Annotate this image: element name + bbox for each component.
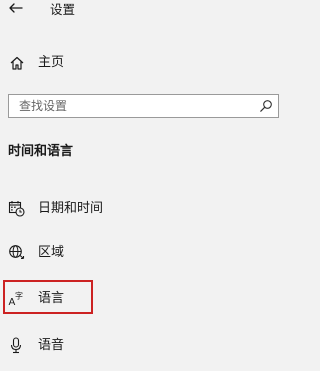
search-input[interactable]: [9, 95, 259, 117]
language-icon: A 字: [9, 291, 24, 308]
title-bar: 设置: [0, 0, 295, 26]
nav-item-date-time[interactable]: 日期和时间: [0, 196, 295, 222]
search-icon[interactable]: [259, 99, 273, 113]
nav-item-label: 语言: [38, 291, 65, 306]
home-icon: [10, 56, 24, 70]
nav-item-label: 日期和时间: [38, 201, 104, 216]
svg-text:字: 字: [15, 291, 23, 301]
search-box[interactable]: [8, 94, 279, 118]
window-title: 设置: [50, 2, 76, 17]
section-title: 时间和语言: [8, 144, 74, 159]
globe-region-icon: [9, 245, 25, 260]
calendar-clock-icon: [8, 201, 25, 217]
nav-item-label: 区域: [38, 245, 65, 260]
nav-home-label: 主页: [38, 55, 65, 70]
back-arrow-icon: [9, 3, 23, 13]
nav-item-language[interactable]: A 字 语言: [0, 286, 295, 312]
back-button[interactable]: [6, 0, 28, 22]
microphone-icon: [10, 337, 22, 354]
nav-home[interactable]: 主页: [0, 52, 295, 76]
nav-item-region[interactable]: 区域: [0, 240, 295, 266]
nav-item-speech[interactable]: 语音: [0, 333, 295, 359]
nav-item-label: 语音: [38, 338, 65, 353]
